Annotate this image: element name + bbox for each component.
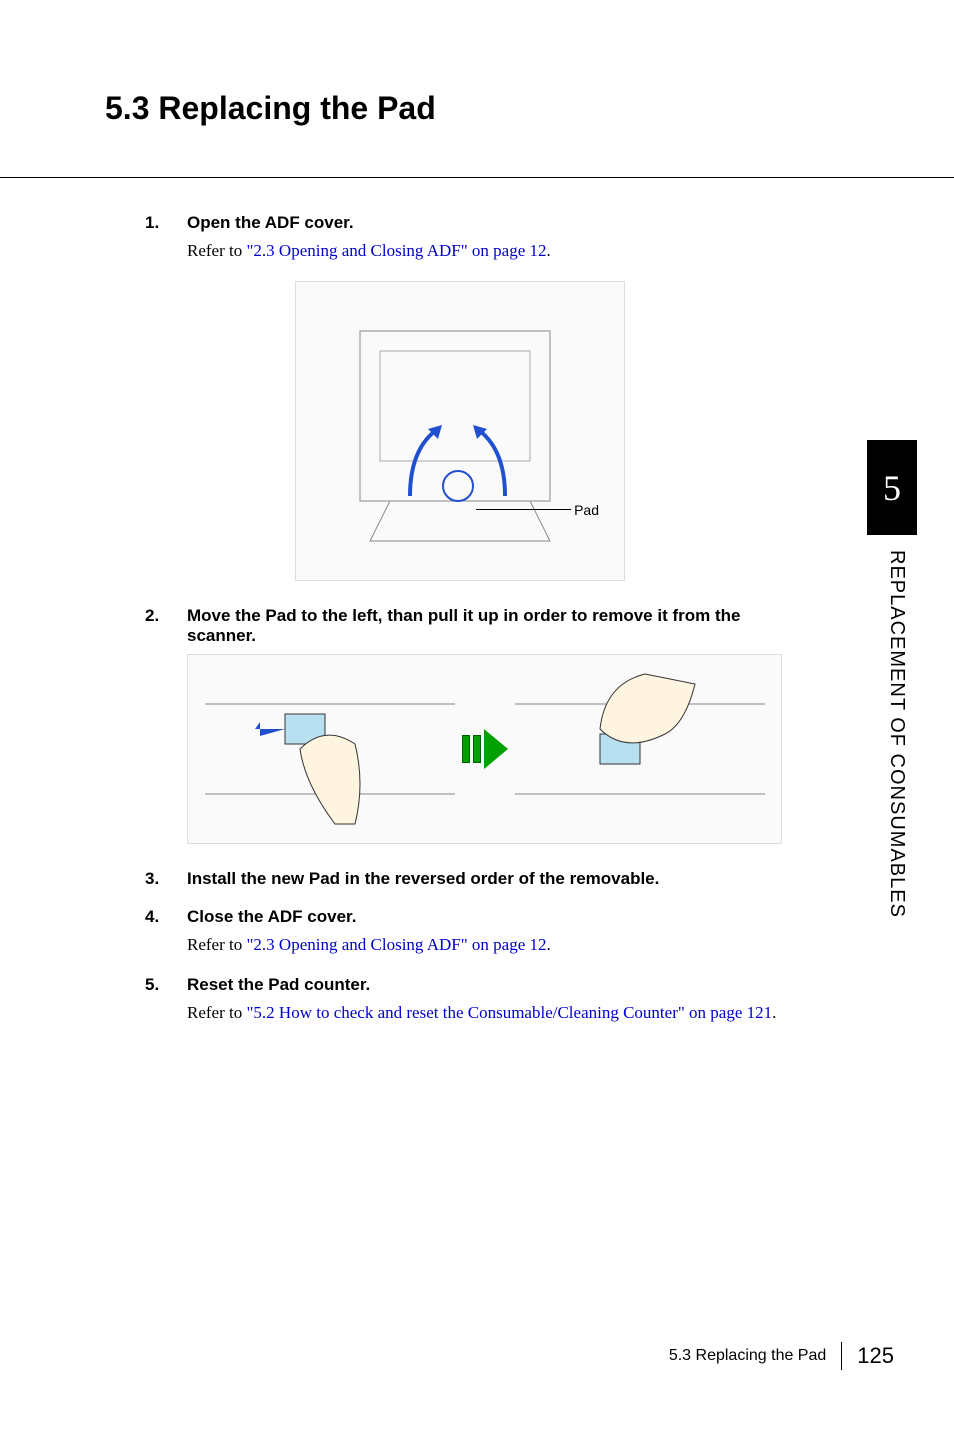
step-number: 4. <box>145 907 187 927</box>
cross-reference-link[interactable]: "5.2 How to check and reset the Consumab… <box>246 1003 772 1022</box>
step-number: 2. <box>145 606 187 646</box>
step-2: 2. Move the Pad to the left, than pull i… <box>145 606 795 646</box>
page-title: 5.3 Replacing the Pad <box>105 90 954 127</box>
page-number: 125 <box>857 1343 894 1369</box>
step-body: Refer to "2.3 Opening and Closing ADF" o… <box>187 241 795 261</box>
step-title: Reset the Pad counter. <box>187 975 370 995</box>
footer-divider <box>841 1342 842 1370</box>
step-number: 5. <box>145 975 187 995</box>
content-area: 1. Open the ADF cover. Refer to "2.3 Ope… <box>145 213 795 1023</box>
body-text: . <box>772 1003 776 1022</box>
step-5: 5. Reset the Pad counter. <box>145 975 795 995</box>
step-body: Refer to "2.3 Opening and Closing ADF" o… <box>187 935 795 955</box>
body-text: . <box>547 935 551 954</box>
figure-callout-label: Pad <box>574 502 599 518</box>
scanner-illustration-icon <box>320 301 600 561</box>
cross-reference-link[interactable]: "2.3 Opening and Closing ADF" on page 12 <box>246 241 546 260</box>
body-text: . <box>547 241 551 260</box>
figure-remove-pad <box>187 654 782 844</box>
body-text: Refer to <box>187 1003 246 1022</box>
chapter-side-label: REPLACEMENT OF CONSUMABLES <box>885 550 908 918</box>
page-footer: 5.3 Replacing the Pad 125 <box>669 1342 894 1370</box>
illustration-placeholder <box>296 282 624 580</box>
sequence-arrow-icon <box>462 729 508 769</box>
body-text: Refer to <box>187 241 246 260</box>
figure-open-adf: Pad <box>295 281 625 581</box>
chapter-tab: 5 <box>867 440 917 535</box>
step-1: 1. Open the ADF cover. <box>145 213 795 233</box>
title-rule <box>0 177 954 178</box>
body-text: Refer to <box>187 935 246 954</box>
cross-reference-link[interactable]: "2.3 Opening and Closing ADF" on page 12 <box>246 935 546 954</box>
step-title: Open the ADF cover. <box>187 213 354 233</box>
callout-line <box>476 509 571 510</box>
step-3: 3. Install the new Pad in the reversed o… <box>145 869 795 889</box>
step-number: 3. <box>145 869 187 889</box>
step-title: Close the ADF cover. <box>187 907 356 927</box>
step-number: 1. <box>145 213 187 233</box>
step-title: Install the new Pad in the reversed orde… <box>187 869 659 889</box>
step-body: Refer to "5.2 How to check and reset the… <box>187 1003 795 1023</box>
step-4: 4. Close the ADF cover. <box>145 907 795 927</box>
step-title: Move the Pad to the left, than pull it u… <box>187 606 795 646</box>
